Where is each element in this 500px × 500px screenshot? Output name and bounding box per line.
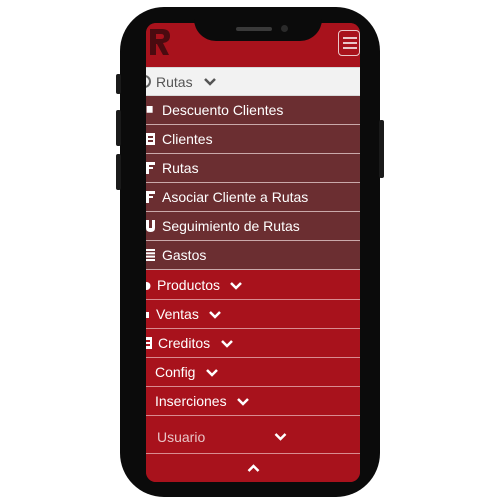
submenu-item-label: Gastos [162,247,207,263]
phone-notch [194,7,322,41]
phone-volume-down-button [116,154,121,190]
menu-item-usuario[interactable]: Usuario [146,419,360,454]
submenu-item-label: Asociar Cliente a Rutas [162,189,309,205]
menu-item-label: Rutas [156,74,193,90]
chevron-down-icon [221,340,233,348]
menu-item-rutas[interactable]: Rutas [146,67,360,96]
menu-item-config[interactable]: Config [146,358,360,387]
chevron-down-icon [209,311,221,319]
submenu-item-label: Rutas [162,160,199,176]
submenu-item-clientes[interactable]: Clientes [146,125,360,154]
menu-item-ventas[interactable]: Ventas [146,300,360,329]
phone-side-button [116,74,121,94]
shield-icon [146,220,155,232]
phone-screen: Rutas Descuento Clientes Clientes Rutas … [146,23,360,482]
submenu-item-label: Descuento Clientes [162,102,284,118]
submenu-item-seguimiento-de-rutas[interactable]: Seguimiento de Rutas [146,212,360,241]
square-icon [146,106,153,113]
phone-power-button [379,120,384,178]
submenu-item-label: Seguimiento de Rutas [162,218,300,234]
credit-card-icon [146,337,152,349]
chevron-down-icon [237,398,249,406]
menu-item-label: Config [155,364,196,380]
chevron-down-icon [274,433,287,441]
usuario-label: Usuario [157,429,206,445]
route-icon [146,75,151,88]
box-icon [146,282,151,290]
menu-item-label: Ventas [156,306,199,322]
submenu-item-label: Clientes [162,131,213,147]
flag-icon [146,162,155,174]
menu-item-label: Inserciones [155,393,227,409]
chevron-down-icon [204,78,216,86]
phone-speaker [236,27,272,31]
submenu-item-gastos[interactable]: Gastos [146,241,360,270]
id-card-icon [146,133,155,145]
menu-item-inserciones[interactable]: Inserciones [146,387,360,416]
flag-icon [146,191,155,203]
menu-item-label: Productos [157,277,221,293]
list-icon [146,249,155,261]
phone-camera [281,25,288,32]
submenu-item-rutas[interactable]: Rutas [146,154,360,183]
cart-icon [146,312,149,318]
brand-logo-icon [150,29,170,55]
menu-item-creditos[interactable]: Creditos [146,329,360,358]
chevron-down-icon [206,369,218,377]
chevron-up-icon [247,464,260,472]
chevron-down-icon [230,282,242,290]
submenu-item-asociar-cliente-a-rutas[interactable]: Asociar Cliente a Rutas [146,183,360,212]
menu-item-label: Creditos [158,335,211,351]
phone-volume-up-button [116,110,121,146]
scroll-to-top-button[interactable] [146,455,360,482]
hamburger-menu-button[interactable] [338,30,360,56]
menu-item-productos[interactable]: Productos [146,271,360,300]
submenu-item-descuento-clientes[interactable]: Descuento Clientes [146,96,360,125]
